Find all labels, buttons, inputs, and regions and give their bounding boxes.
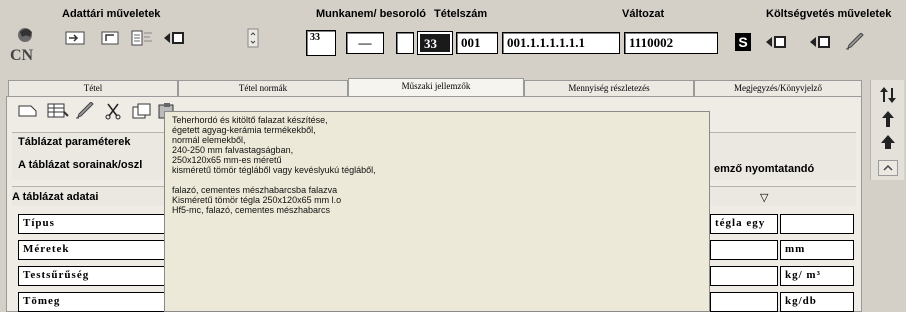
tab-mennyiseg-reszletezes[interactable]: Mennyiség részletezés [524, 80, 694, 97]
koltsegvetes-arrow-icon-1[interactable] [762, 30, 790, 54]
import-icon[interactable] [62, 26, 90, 50]
tooltip-line: Kisméretű tömör tégla 250x120x65 mm l.o [172, 195, 342, 205]
row-label-tipus: Típus [18, 214, 168, 234]
row-unit-meretek: mm [780, 240, 854, 260]
pencil-icon[interactable] [842, 30, 870, 54]
tooltip-line: kisméretű tömör tégláből vagy kevéslyukú… [172, 165, 376, 175]
tooltip-line: Hf5-mc, falazó, cementes mészhabarcs [172, 205, 331, 215]
table-data-label: A táblázat adatai [12, 191, 99, 203]
tooltip-line: normál elemekből, [172, 135, 246, 145]
row-label-meretek: Méretek [18, 240, 168, 260]
arrow-left-icon[interactable] [160, 26, 188, 50]
row-unit-tomeg: kg/db [780, 292, 854, 312]
munkanem-field-2[interactable]: — [346, 32, 384, 54]
move-up-down-icon[interactable] [876, 84, 900, 106]
panel-pencil-icon[interactable] [72, 99, 100, 123]
row-value-testsuruseg[interactable] [710, 266, 778, 286]
koltsegvetes-arrow-icon-2[interactable] [806, 30, 834, 54]
copy-icon[interactable] [128, 99, 156, 123]
row-value-meretek[interactable] [710, 240, 778, 260]
koltsegvetes-title: Költségvetés műveletek [766, 8, 892, 20]
rows-label: A táblázat sorainak/oszl [18, 159, 143, 171]
table-icon[interactable] [44, 99, 72, 123]
tetelszam-field[interactable]: 001.1.1.1.1.1.1 [502, 32, 620, 54]
table-params-label: Táblázat paraméterek [18, 136, 131, 148]
adattari-muveletek-title: Adattári műveletek [62, 8, 161, 20]
row-unit-testsuruseg: kg/ m³ [780, 266, 854, 286]
move-top-icon[interactable] [876, 132, 900, 154]
list-edit-icon[interactable] [128, 26, 156, 50]
munkanem-field-3[interactable] [396, 32, 414, 54]
scroll-up-icon[interactable] [878, 160, 898, 176]
export-icon[interactable] [96, 26, 124, 50]
tab-tetel[interactable]: Tétel [8, 80, 178, 97]
munkanem-field-1[interactable]: 33 [306, 30, 336, 56]
tooltip-line: falazó, cementes mészhabarcsba falazva [172, 185, 338, 195]
tooltip-line [172, 175, 702, 185]
tetelszam-title: Tételszám [434, 8, 488, 20]
tooltip-line: Teherhordó és kitöltő falazat készítése, [172, 115, 328, 125]
valtozat-title: Változat [622, 8, 665, 20]
print-label: emző nyomtatandó [714, 163, 815, 175]
row-label-testsuruseg: Testsűrűség [18, 266, 168, 286]
collapse-triangle-icon[interactable]: ▽ [760, 191, 768, 204]
s-badge[interactable]: S [735, 33, 751, 51]
description-tooltip: Teherhordó és kitöltő falazat készítése,… [164, 111, 710, 312]
spinner-icon[interactable] [246, 26, 260, 50]
tab-muszaki-jellemzok[interactable]: Műszaki jellemzők [348, 78, 524, 97]
row-value-tipus[interactable]: tégla egy [710, 214, 778, 234]
tab-megjegyzes-konyvjelzo[interactable]: Megjegyzés/Könyvjelző [694, 80, 862, 97]
cut-icon[interactable] [100, 99, 128, 123]
app-logo: CN [8, 24, 38, 64]
tooltip-line: 250x120x65 mm-es méretű [172, 155, 282, 165]
row-value-tomeg[interactable] [710, 292, 778, 312]
munkanem-title: Munkanem/ besoroló [316, 8, 427, 20]
besorolo-selected-field[interactable]: 33 [418, 32, 452, 54]
svg-text:CN: CN [10, 47, 34, 64]
row-label-tomeg: Tömeg [18, 292, 168, 312]
move-up-icon[interactable] [876, 108, 900, 130]
row-unit-tipus [780, 214, 854, 234]
new-row-icon[interactable] [14, 99, 42, 123]
tab-tetel-normak[interactable]: Tétel normák [178, 80, 348, 97]
tooltip-line: 240-250 mm falvastagságban, [172, 145, 294, 155]
valtozat-field[interactable]: 1110002 [624, 32, 718, 54]
tooltip-line: égetett agyag-kerámia termékekből, [172, 125, 316, 135]
tetelszam-prefix-field[interactable]: 001 [456, 32, 498, 54]
